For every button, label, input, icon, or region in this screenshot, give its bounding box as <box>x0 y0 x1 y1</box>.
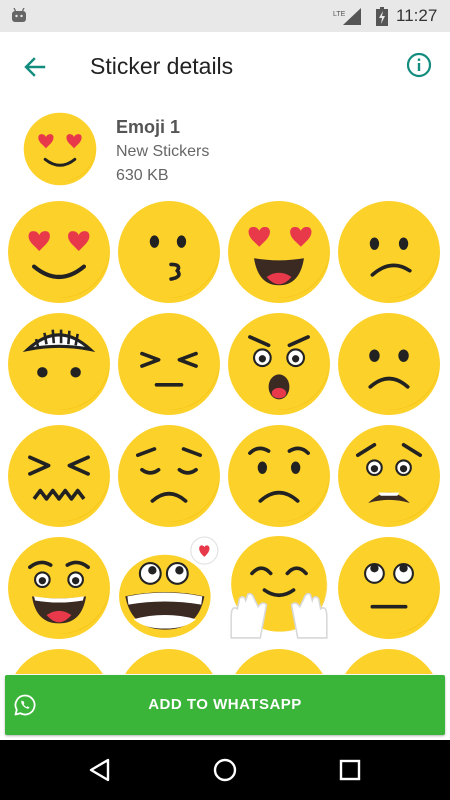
sticker-row5-4[interactable] <box>337 648 441 674</box>
back-arrow-icon[interactable] <box>20 52 50 82</box>
sticker-frowning[interactable] <box>337 312 441 416</box>
sticker-astonished-angry[interactable] <box>227 312 331 416</box>
pack-publisher: New Stickers <box>116 143 210 160</box>
sticker-grimacing[interactable] <box>7 312 111 416</box>
sticker-row5-2[interactable] <box>117 648 221 674</box>
battery-charging-icon <box>376 7 388 26</box>
navigation-bar <box>0 740 450 800</box>
back-nav-icon[interactable] <box>86 756 114 784</box>
home-nav-icon[interactable] <box>211 756 239 784</box>
add-to-whatsapp-label: ADD TO WHATSAPP <box>148 696 302 713</box>
pack-size: 630 KB <box>116 167 169 184</box>
sticker-confused[interactable] <box>337 200 441 304</box>
sticker-crazy-love[interactable] <box>117 536 221 640</box>
info-icon[interactable] <box>404 50 434 80</box>
sticker-pack-header: Emoji 1 New Stickers 630 KB <box>0 102 450 196</box>
sticker-anguished[interactable] <box>337 424 441 528</box>
sticker-row5-1[interactable] <box>7 648 111 674</box>
pack-name: Emoji 1 <box>116 117 181 137</box>
pack-tray-icon <box>23 112 97 186</box>
sticker-row5-3[interactable] <box>227 648 331 674</box>
sticker-eye-roll[interactable] <box>337 536 441 640</box>
page-title: Sticker details <box>90 53 234 79</box>
sticker-pensive[interactable] <box>117 424 221 528</box>
sticker-grinning-happy[interactable] <box>7 536 111 640</box>
sticker-heart-eyes-grin[interactable] <box>227 200 331 304</box>
sticker-hugging[interactable] <box>227 536 331 640</box>
lte-signal-icon: LTE <box>333 8 361 25</box>
svg-text:LTE: LTE <box>333 11 346 18</box>
sticker-grid <box>0 196 450 674</box>
android-notification-icon <box>12 8 26 22</box>
status-time: 11:27 <box>396 6 438 25</box>
sticker-persevering[interactable] <box>117 312 221 416</box>
sticker-tired[interactable] <box>7 424 111 528</box>
recents-nav-icon[interactable] <box>336 756 364 784</box>
status-bar: LTE 11:27 <box>0 0 450 32</box>
add-to-whatsapp-button[interactable]: ADD TO WHATSAPP <box>5 675 445 735</box>
sticker-heart-eyes-smile[interactable] <box>7 200 111 304</box>
sticker-sad-frown[interactable] <box>227 424 331 528</box>
app-bar: Sticker details <box>0 32 450 102</box>
sticker-kissing[interactable] <box>117 200 221 304</box>
